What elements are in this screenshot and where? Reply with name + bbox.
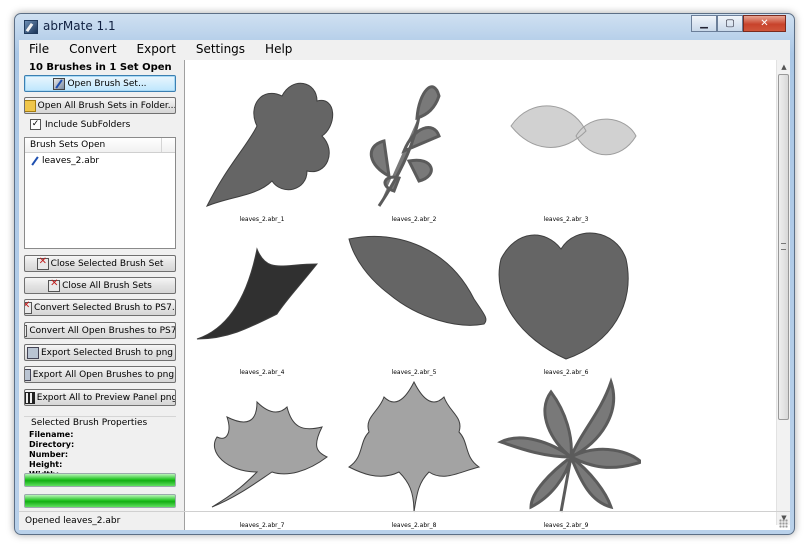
brush-icon <box>53 77 66 90</box>
brush-thumbnail[interactable]: leaves_2.abr_2 <box>339 66 489 223</box>
list-item-label: leaves_2.abr <box>42 156 100 166</box>
export-preview-button[interactable]: Export All to Preview Panel png <box>24 389 176 406</box>
app-window: abrMate 1.1 ▁ ▢ ✕ File Convert Export Se… <box>14 13 795 535</box>
leaf-icon <box>370 85 441 207</box>
include-subfolders-checkbox[interactable]: ✓ Include SubFolders <box>30 119 130 130</box>
minimize-button[interactable]: ▁ <box>691 15 717 32</box>
export-all-label: Export All Open Brushes to png's <box>32 369 176 380</box>
close-selected-label: Close Selected Brush Set <box>50 258 164 269</box>
include-subfolders-label: Include SubFolders <box>45 119 131 130</box>
menu-settings[interactable]: Settings <box>186 40 255 60</box>
maximize-button[interactable]: ▢ <box>717 15 743 32</box>
client-area: 10 Brushes in 1 Set Open Open Brush Set.… <box>19 60 790 530</box>
brush-thumbnail[interactable]: leaves_2.abr_4 <box>187 219 337 376</box>
export-selected-button[interactable]: Export Selected Brush to png <box>24 344 176 361</box>
brush-file-icon <box>30 156 40 166</box>
left-panel: 10 Brushes in 1 Set Open Open Brush Set.… <box>19 60 179 530</box>
brush-count: 10 Brushes in 1 Set Open <box>29 62 172 73</box>
convert-selected-button[interactable]: Convert Selected Brush to PS7.x <box>24 299 176 316</box>
close-selected-button[interactable]: Close Selected Brush Set <box>24 255 176 272</box>
png-all-icon <box>25 368 31 381</box>
convert-all-button[interactable]: Convert All Open Brushes to PS7.x <box>24 322 176 339</box>
progress-bar-secondary <box>24 494 176 508</box>
brush-thumbnail[interactable]: leaves_2.abr_3 <box>491 66 641 223</box>
folder-icon <box>25 99 36 112</box>
scroll-up-icon[interactable]: ▲ <box>777 60 791 74</box>
close-all-label: Close All Brush Sets <box>62 280 152 291</box>
leaf-icon <box>348 236 487 326</box>
prop-directory: Directory: <box>29 440 75 449</box>
status-bar: Opened leaves_2.abr <box>19 511 790 530</box>
leaf-icon <box>498 232 629 360</box>
convert-icon <box>25 300 32 314</box>
export-selected-label: Export Selected Brush to png <box>40 347 174 358</box>
export-all-button[interactable]: Export All Open Brushes to png's <box>24 366 176 383</box>
grid-icon <box>25 391 35 404</box>
divider <box>24 416 176 417</box>
window-title: abrMate 1.1 <box>43 19 116 33</box>
convert-all-icon <box>25 323 28 337</box>
close-set-icon <box>36 256 49 270</box>
title-bar[interactable]: abrMate 1.1 ▁ ▢ ✕ <box>15 14 794 42</box>
menu-help[interactable]: Help <box>255 40 302 60</box>
open-all-sets-label: Open All Brush Sets in Folder... <box>37 100 176 111</box>
convert-selected-label: Convert Selected Brush to PS7.x <box>33 302 176 313</box>
prop-height: Height: <box>29 460 63 469</box>
brush-thumbnail[interactable]: leaves_2.abr_8 <box>339 372 489 529</box>
resize-grip-icon[interactable] <box>779 519 788 528</box>
list-header[interactable]: Brush Sets Open <box>25 138 175 153</box>
leaf-icon <box>211 400 328 508</box>
export-preview-label: Export All to Preview Panel png <box>36 392 176 403</box>
scroll-thumb[interactable] <box>778 74 789 420</box>
brush-sets-list[interactable]: Brush Sets Open leaves_2.abr <box>24 137 176 249</box>
brush-thumbnail[interactable]: leaves_2.abr_6 <box>491 219 641 376</box>
brush-thumbnail[interactable]: leaves_2.abr_5 <box>339 219 489 376</box>
menu-bar: File Convert Export Settings Help <box>19 40 790 60</box>
menu-file[interactable]: File <box>19 40 59 60</box>
menu-convert[interactable]: Convert <box>59 40 126 60</box>
leaf-icon <box>205 82 334 207</box>
list-item[interactable]: leaves_2.abr <box>25 153 175 166</box>
checkmark-icon: ✓ <box>30 119 41 130</box>
leaf-icon <box>196 247 319 340</box>
preview-panel[interactable]: leaves_2.abr_1 leaves_2.abr_2 leaves_2.abr… <box>184 60 790 530</box>
close-all-icon <box>48 278 61 292</box>
close-button[interactable]: ✕ <box>743 15 786 32</box>
progress-bar <box>24 473 176 487</box>
prop-filename: Filename: <box>29 430 74 439</box>
leaf-icon <box>510 105 637 156</box>
brush-thumbnail[interactable]: leaves_2.abr_1 <box>187 66 337 223</box>
png-icon <box>26 346 39 359</box>
brush-thumbnail[interactable]: leaves_2.abr_9 <box>491 372 641 529</box>
menu-export[interactable]: Export <box>127 40 186 60</box>
close-all-button[interactable]: Close All Brush Sets <box>24 277 176 294</box>
properties-title: Selected Brush Properties <box>29 418 150 428</box>
status-text: Opened leaves_2.abr <box>25 516 121 526</box>
leaf-icon <box>497 377 641 513</box>
brush-thumbnail[interactable]: leaves_2.abr_7 <box>187 372 337 529</box>
app-brush-icon <box>24 20 38 34</box>
open-brush-set-label: Open Brush Set... <box>67 78 147 89</box>
leaf-icon <box>348 380 481 513</box>
vertical-scrollbar[interactable]: ▲ ▼ <box>776 60 790 525</box>
open-brush-set-button[interactable]: Open Brush Set... <box>24 75 176 92</box>
open-all-sets-button[interactable]: Open All Brush Sets in Folder... <box>24 97 176 114</box>
prop-number: Number: <box>29 450 69 459</box>
convert-all-label: Convert All Open Brushes to PS7.x <box>29 325 176 336</box>
